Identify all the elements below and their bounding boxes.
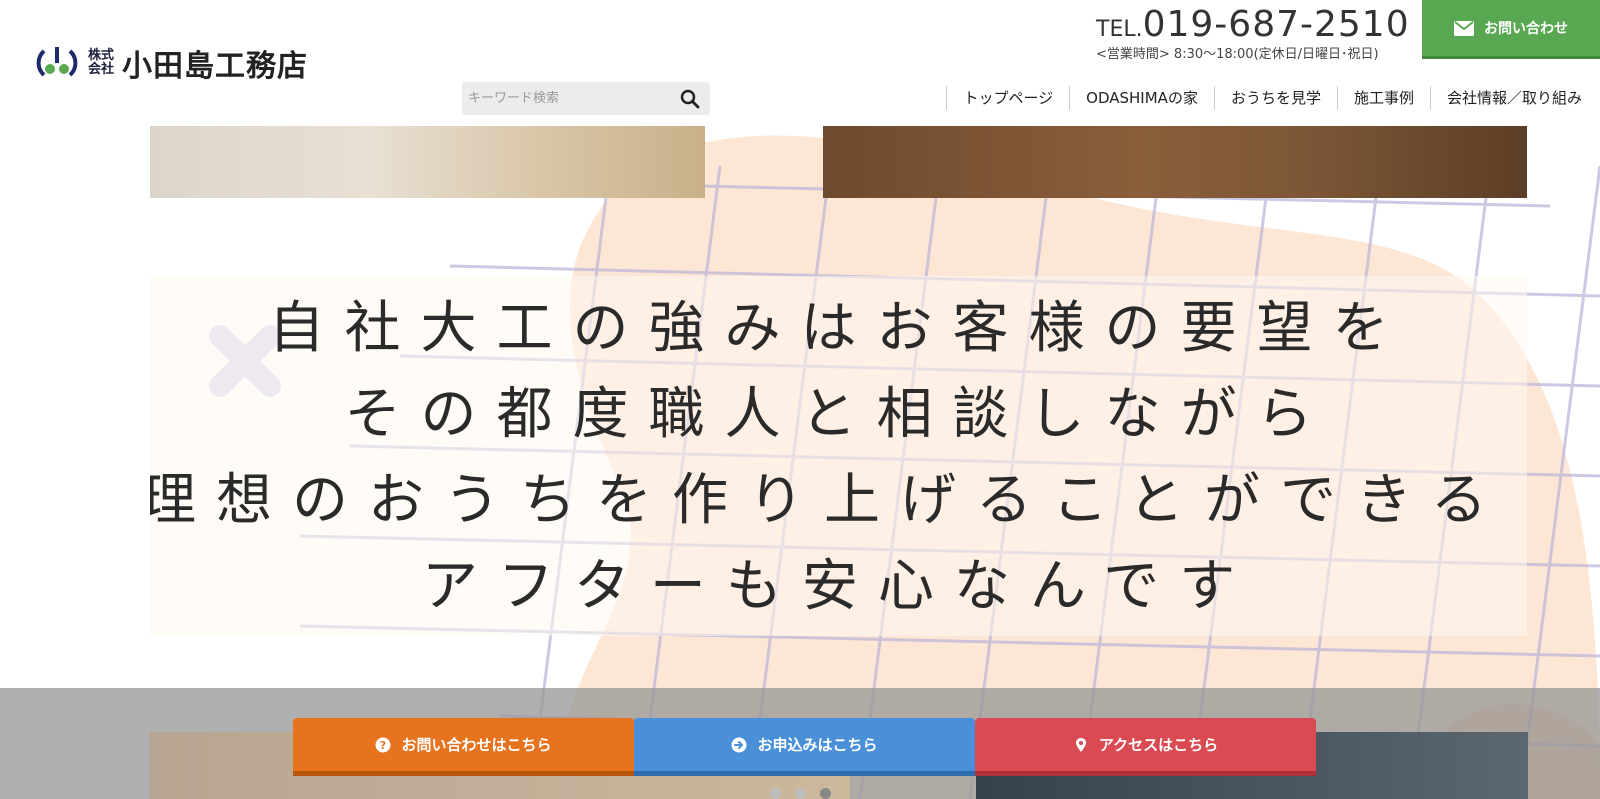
logo-mark-icon (36, 47, 78, 77)
search-input[interactable] (462, 82, 662, 115)
hero-photo-living (150, 126, 705, 198)
cta-contact-label: お問い合わせはこちら (401, 736, 552, 754)
cta-apply-label: お申込みはこちら (757, 736, 878, 754)
svg-text:?: ? (380, 739, 386, 752)
global-nav: トップページ ODASHIMAの家 おうちを見学 施工事例 会社情報／取り組み (946, 86, 1584, 110)
hero-line-4: アフターも安心なんです (421, 554, 1256, 619)
site-logo[interactable]: 株式会社 小田島工務店 (36, 41, 308, 85)
cta-buttons: ? お問い合わせはこちら お申込みはこちら アクセスはこちら (293, 718, 1316, 776)
cta-contact-button[interactable]: ? お問い合わせはこちら (293, 718, 634, 776)
nav-item-top[interactable]: トップページ (946, 86, 1069, 110)
nav-item-odashima-house[interactable]: ODASHIMAの家 (1069, 86, 1214, 110)
tel-number: 019-687-2510 (1142, 4, 1410, 45)
contact-button[interactable]: お問い合わせ (1422, 0, 1600, 59)
arrow-circle-right-icon (731, 737, 747, 752)
tel-number-display[interactable]: TEL.019-687-2510 (1096, 4, 1410, 45)
contact-button-label: お問い合わせ (1484, 21, 1568, 37)
slider-dot-2[interactable] (795, 788, 806, 799)
search-box (462, 82, 710, 115)
hero-line-2: その都度職人と相談しながら (344, 382, 1333, 447)
cta-access-button[interactable]: アクセスはこちら (975, 718, 1316, 776)
hero-photo-dining (823, 126, 1527, 198)
hero-line-1: 自社大工の強みはお客様の要望を (268, 296, 1409, 361)
search-icon[interactable] (680, 89, 700, 109)
nav-item-works[interactable]: 施工事例 (1336, 86, 1430, 110)
slider-pagination (770, 788, 831, 799)
nav-item-house-tour[interactable]: おうちを見学 (1213, 86, 1337, 110)
envelope-icon (1454, 20, 1474, 36)
question-circle-icon: ? (375, 737, 391, 752)
business-hours: <営業時間> 8:30〜18:00(定休日/日曜日･祝日) (1096, 47, 1379, 62)
slider-dot-1[interactable] (770, 788, 781, 799)
map-pin-icon (1075, 737, 1086, 752)
cta-apply-button[interactable]: お申込みはこちら (634, 718, 975, 776)
nav-item-company[interactable]: 会社情報／取り組み (1429, 86, 1584, 110)
tel-prefix: TEL. (1096, 17, 1143, 42)
slider-dot-3[interactable] (820, 788, 831, 799)
hero-line-3: 理想のおうちを作り上げることができる (150, 468, 1507, 533)
hero-message: 自社大工の強みはお客様の要望を その都度職人と相談しながら 理想のおうちを作り上… (150, 286, 1527, 630)
logo-company-type: 株式会社 (88, 48, 115, 77)
logo-company-name: 小田島工務店 (122, 49, 308, 84)
cta-access-label: アクセスはこちら (1098, 736, 1219, 754)
